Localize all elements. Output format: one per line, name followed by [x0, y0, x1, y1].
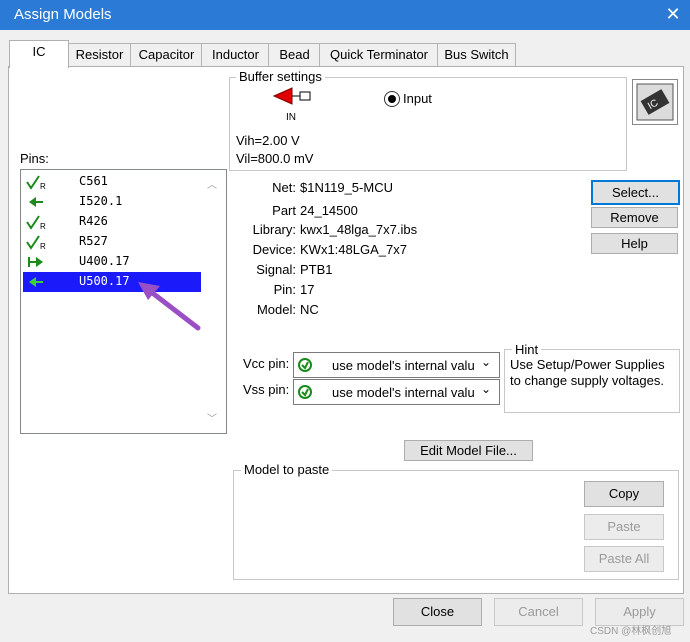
vss-select[interactable]: use model's internal valu ⌄	[293, 379, 500, 405]
tab-label: Bus Switch	[444, 47, 509, 62]
help-button[interactable]: Help	[591, 233, 678, 254]
remove-button[interactable]: Remove	[591, 207, 678, 228]
resistor-arrow-icon: R	[26, 175, 46, 190]
device-value: KWx1:48LGA_7x7	[300, 242, 407, 257]
close-button[interactable]: Close	[393, 598, 482, 626]
pin-name: U400.17	[79, 254, 130, 268]
window-title: Assign Models	[14, 6, 112, 23]
vss-label: Vss pin:	[243, 382, 290, 397]
annotation-arrow-icon	[138, 282, 201, 331]
list-item[interactable]: I520.1	[23, 192, 203, 212]
chevron-down-icon: ⌄	[481, 355, 492, 369]
hint-title: Hint	[512, 342, 542, 357]
edit-model-file-button[interactable]: Edit Model File...	[404, 440, 533, 461]
tab-quick-terminator[interactable]: Quick Terminator	[319, 43, 439, 66]
pin-label: Pin:	[273, 282, 296, 297]
part-value: 24_14500	[300, 203, 358, 218]
tab-resistor[interactable]: Resistor	[67, 43, 132, 66]
tab-bead[interactable]: Bead	[268, 43, 321, 66]
tab-label: Inductor	[212, 47, 259, 62]
pin-name: R426	[79, 214, 108, 228]
input-arrow-icon	[29, 277, 43, 287]
tab-label: Bead	[279, 47, 310, 62]
library-label: Library:	[252, 222, 296, 237]
vcc-select-value: use model's internal valu	[332, 358, 475, 373]
input-buffer-icon	[272, 87, 311, 105]
pin-name: I520.1	[79, 194, 123, 208]
select-button[interactable]: Select...	[591, 180, 680, 205]
device-label: Device:	[252, 242, 296, 257]
tab-label: IC	[32, 44, 46, 59]
signal-value: PTB1	[300, 262, 333, 277]
cancel-button[interactable]: Cancel	[494, 598, 583, 626]
part-label: Part	[272, 203, 296, 218]
power-supply-icon	[298, 358, 312, 372]
list-item[interactable]: R R426	[23, 212, 203, 232]
library-value: kwx1_48lga_7x7.ibs	[300, 222, 418, 237]
hint-text-line1: Use Setup/Power Supplies	[510, 357, 665, 372]
list-item[interactable]: R R527	[23, 232, 203, 252]
close-icon[interactable]: ✕	[662, 3, 684, 25]
input-arrow-icon	[29, 197, 43, 207]
chevron-down-icon[interactable]: ﹀	[207, 410, 217, 425]
vss-select-value: use model's internal valu	[332, 385, 475, 400]
pin-value: 17	[300, 282, 315, 297]
svg-text:R: R	[40, 222, 46, 230]
vcc-label: Vcc pin:	[243, 356, 290, 371]
tab-capacitor[interactable]: Capacitor	[130, 43, 203, 66]
buffer-settings-title: Buffer settings	[236, 69, 325, 84]
input-radio-label: Input	[403, 91, 432, 106]
watermark: CSDN @林枫创旭	[590, 626, 672, 637]
tab-label: Quick Terminator	[329, 47, 428, 62]
output-arrow-icon	[28, 257, 43, 267]
pin-name: R527	[79, 234, 108, 248]
hint-text-line2: to change supply voltages.	[510, 373, 664, 388]
vcc-select[interactable]: use model's internal valu ⌄	[293, 352, 500, 378]
model-value: NC	[300, 302, 319, 317]
list-item[interactable]: U400.17	[23, 252, 203, 272]
pin-name: C561	[79, 174, 108, 188]
paste-button[interactable]: Paste	[584, 514, 664, 540]
tab-label: Capacitor	[138, 47, 195, 62]
pin-name: U500.17	[79, 274, 130, 288]
resistor-arrow-icon: R	[26, 235, 46, 250]
pins-label: Pins:	[20, 151, 49, 166]
tab-ic[interactable]: IC	[9, 40, 69, 68]
power-supply-icon	[298, 385, 312, 399]
paste-all-button[interactable]: Paste All	[584, 546, 664, 572]
tab-bus-switch[interactable]: Bus Switch	[437, 43, 516, 66]
net-label: Net:	[272, 180, 296, 195]
copy-button[interactable]: Copy	[584, 481, 664, 507]
input-radio[interactable]	[384, 91, 400, 107]
vih-value: Vih=2.00 V	[236, 133, 300, 148]
tab-label: Resistor	[75, 47, 124, 62]
svg-text:R: R	[40, 242, 46, 250]
tab-inductor[interactable]: Inductor	[201, 43, 270, 66]
signal-label: Signal:	[256, 262, 296, 277]
net-value: $1N119_5-MCU	[300, 180, 393, 195]
list-item[interactable]: R C561	[23, 172, 203, 192]
model-to-paste-title: Model to paste	[241, 462, 333, 477]
resistor-arrow-icon: R	[26, 215, 46, 230]
svg-text:R: R	[40, 182, 46, 190]
model-label: Model:	[256, 302, 296, 317]
ic-chip-icon: IC	[632, 79, 678, 125]
buffer-symbol-label: IN	[286, 112, 296, 123]
chevron-down-icon: ⌄	[481, 382, 492, 396]
radio-dot	[388, 95, 396, 103]
vil-value: Vil=800.0 mV	[236, 151, 314, 166]
